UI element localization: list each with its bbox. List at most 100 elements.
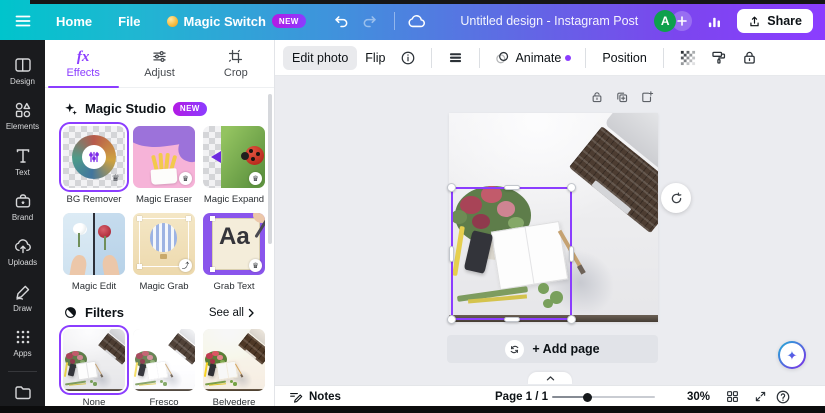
sidebar-item-apps[interactable]: Apps: [0, 320, 45, 365]
cloud-save-icon[interactable]: [407, 12, 426, 31]
design-title[interactable]: Untitled design - Instagram Post: [460, 14, 638, 28]
magic-studio-row-1: ♛ BG Remover ♛ Magic Eraser: [45, 126, 274, 205]
transparency-icon[interactable]: [672, 49, 703, 66]
rail-divider: [8, 371, 37, 372]
sidebar-item-brand[interactable]: Brand: [0, 184, 45, 229]
filter-none[interactable]: None: [63, 329, 125, 406]
tool-grab-text[interactable]: Aa ♛ Grab Text: [203, 213, 265, 292]
canvas-area[interactable]: + Add page ✦: [275, 76, 825, 385]
resize-handle-top-right[interactable]: [567, 183, 576, 192]
filter-label: Belvedere: [203, 397, 265, 406]
levels-icon[interactable]: [440, 49, 471, 66]
add-page-icon[interactable]: [640, 90, 654, 104]
fx-icon: fx: [77, 49, 90, 65]
canva-assistant-button[interactable]: ✦: [778, 341, 806, 369]
tool-label: BG Remover: [63, 194, 125, 205]
notes-label: Notes: [309, 391, 341, 403]
insights-chart-icon[interactable]: [706, 13, 723, 30]
animate-button[interactable]: Animate: [488, 49, 577, 66]
flip-button[interactable]: Flip: [357, 46, 393, 70]
hamburger-menu-icon[interactable]: [14, 12, 32, 30]
image-selection-box[interactable]: [451, 187, 572, 320]
folder-icon: [13, 382, 33, 402]
magic-studio-row-2: Magic Edit ⤴ Magic Grab Aa: [45, 213, 274, 292]
desk-photo-mini: [63, 329, 125, 391]
grab-badge: ⤴: [179, 259, 192, 272]
zoom-level[interactable]: 30%: [687, 386, 710, 407]
filter-fresco[interactable]: Fresco: [133, 329, 195, 406]
desk-photo-mini: [133, 329, 195, 391]
page-indicator-label: Page 1 / 1: [495, 391, 548, 403]
split-divider: [93, 213, 95, 275]
chevron-right-icon: [246, 308, 256, 318]
before-art: [63, 213, 94, 275]
position-button[interactable]: Position: [594, 46, 654, 70]
chevron-up-icon: [546, 375, 555, 382]
fullscreen-icon[interactable]: [753, 386, 768, 407]
expand-arrow-icon: [211, 151, 221, 163]
sync-icon: [505, 340, 524, 359]
sidebar-item-projects[interactable]: [0, 377, 45, 406]
tool-magic-grab[interactable]: ⤴ Magic Grab: [133, 213, 195, 292]
redo-icon[interactable]: [361, 12, 379, 30]
sidebar-item-text[interactable]: Text: [0, 139, 45, 184]
top-bar: Home File Magic Switch NEW Untitled desi…: [0, 0, 825, 40]
resize-handle-bottom-right[interactable]: [567, 315, 576, 324]
grid-view-icon[interactable]: [725, 386, 740, 407]
edit-photo-button[interactable]: Edit photo: [283, 46, 357, 70]
tab-crop[interactable]: Crop: [198, 40, 274, 87]
menu-file[interactable]: File: [118, 14, 140, 29]
resize-handle-top[interactable]: [504, 185, 520, 190]
sidebar-item-design[interactable]: Design: [0, 48, 45, 93]
lock-icon[interactable]: [734, 49, 765, 66]
panel-scrollbar[interactable]: [268, 94, 272, 244]
tool-magic-eraser[interactable]: ♛ Magic Eraser: [133, 126, 195, 205]
tool-magic-edit[interactable]: Magic Edit: [63, 213, 125, 292]
menu-home[interactable]: Home: [56, 14, 92, 29]
help-icon[interactable]: [775, 386, 791, 407]
rotate-button[interactable]: [661, 183, 691, 213]
see-all-label: See all: [209, 307, 244, 319]
copy-style-roller-icon[interactable]: [703, 49, 734, 66]
avatar[interactable]: A: [654, 10, 676, 32]
object-rail: Design Elements Text Brand Uploads Draw …: [0, 40, 45, 406]
sidebar-item-elements[interactable]: Elements: [0, 93, 45, 138]
undo-icon[interactable]: [332, 12, 350, 30]
sidebar-item-label: Brand: [12, 213, 33, 222]
tool-magic-expand[interactable]: ♛ Magic Expand: [203, 126, 265, 205]
magic-switch-new-badge: NEW: [272, 14, 306, 28]
resize-handle-bottom-left[interactable]: [447, 315, 456, 324]
add-page-label: + Add page: [532, 342, 599, 356]
sidebar-item-label: Uploads: [8, 258, 37, 267]
resize-handle-right[interactable]: [569, 246, 574, 262]
pages-drawer-toggle[interactable]: [528, 372, 572, 384]
tool-bg-remover[interactable]: ♛ BG Remover: [63, 126, 125, 205]
filters-title: Filters: [85, 305, 124, 320]
share-label: Share: [767, 14, 802, 28]
magic-switch-button[interactable]: Magic Switch NEW: [167, 14, 306, 29]
filter-belvedere[interactable]: Belvedere: [203, 329, 265, 406]
zoom-slider-handle[interactable]: [583, 393, 592, 402]
notes-button[interactable]: Notes: [288, 386, 341, 407]
add-page-bar[interactable]: + Add page: [447, 335, 658, 363]
design-page[interactable]: [449, 113, 658, 322]
info-icon[interactable]: [393, 50, 423, 66]
toolbar-divider: [431, 48, 432, 68]
adjust-sliders-icon: [151, 48, 168, 65]
sidebar-item-uploads[interactable]: Uploads: [0, 229, 45, 274]
see-all-link[interactable]: See all: [209, 307, 256, 319]
page-indicator[interactable]: Page 1 / 1: [495, 386, 548, 407]
sidebar-item-draw[interactable]: Draw: [0, 274, 45, 319]
laptop-trackpad: [592, 180, 632, 214]
share-button[interactable]: Share: [737, 9, 813, 33]
resize-handle-bottom[interactable]: [504, 317, 520, 322]
tab-effects[interactable]: fx Effects: [45, 40, 121, 87]
resize-handle-top-left[interactable]: [447, 183, 456, 192]
resize-handle-left[interactable]: [449, 246, 454, 262]
lock-page-icon[interactable]: [590, 90, 604, 104]
zoom-slider[interactable]: [552, 396, 655, 398]
share-upload-icon: [748, 15, 761, 28]
magic-switch-orb-icon: [167, 16, 178, 27]
duplicate-page-icon[interactable]: [615, 90, 629, 104]
tab-adjust[interactable]: Adjust: [121, 40, 197, 87]
